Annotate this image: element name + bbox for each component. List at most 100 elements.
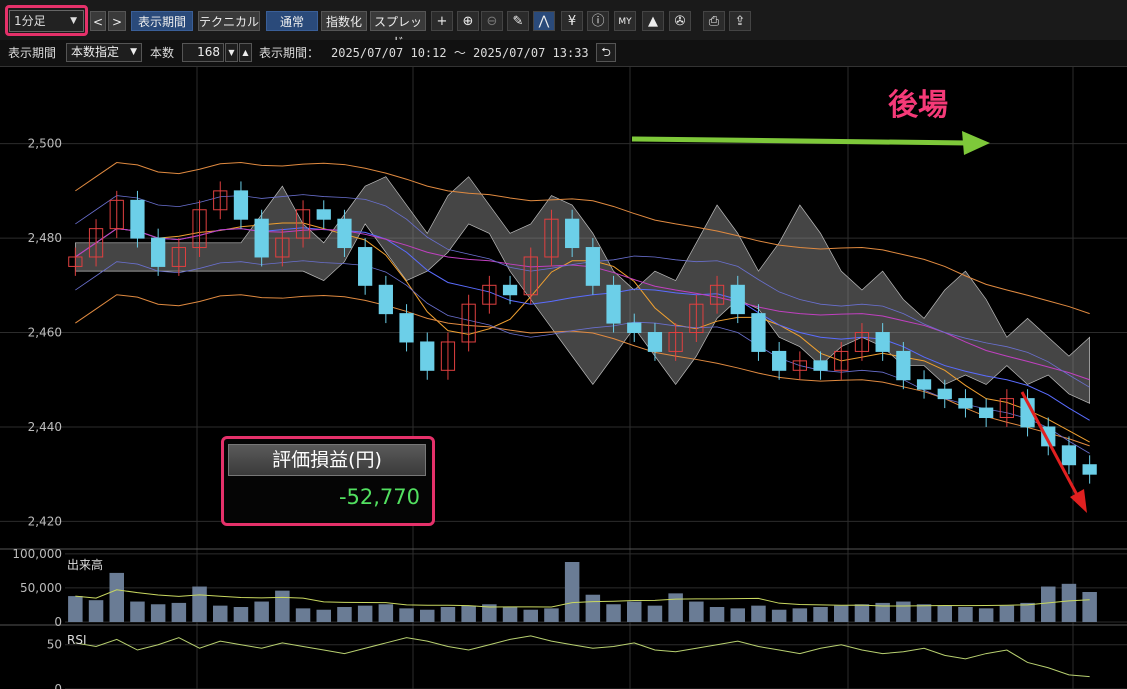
- candle-body: [1061, 445, 1077, 466]
- candle-body: [254, 218, 269, 258]
- candle-body: [979, 407, 994, 419]
- volume-tick-label: 0: [54, 615, 62, 629]
- volume-ma-line: [75, 589, 1090, 608]
- volume-tick-label: 100,000: [12, 547, 62, 561]
- rsi-tick-label: 0: [54, 682, 62, 689]
- count-up-button[interactable]: ▲: [239, 43, 252, 62]
- index-button[interactable]: 指数化: [321, 11, 367, 31]
- price-tick-label: 2,500: [28, 137, 62, 151]
- timeframe-highlight: [5, 5, 88, 36]
- cloud-area: [74, 176, 1091, 404]
- volume-bar: [978, 608, 994, 622]
- volume-bar: [150, 604, 166, 622]
- volume-bar: [730, 608, 745, 622]
- toolbar: 1分足 ▼ < > 表示期間 テクニカル 通常 指数化 スプレッド + ⊕ ⊖ …: [0, 0, 1127, 49]
- chart-pattern-icon[interactable]: ⋀: [533, 11, 555, 31]
- yen-icon[interactable]: ¥: [561, 11, 583, 31]
- candle-body: [772, 350, 787, 371]
- volume-bar: [916, 604, 932, 622]
- normal-button[interactable]: 通常: [266, 11, 318, 31]
- volume-panel: 100,000 50,000 0: [12, 547, 1127, 629]
- volume-bar: [1020, 602, 1035, 622]
- price-tick-label: 2,460: [28, 326, 62, 340]
- reset-icon[interactable]: ⮌: [596, 43, 616, 62]
- period-mode-select[interactable]: 本数指定 ▼: [66, 43, 142, 62]
- volume-bar: [523, 609, 538, 622]
- volume-bar: [564, 562, 580, 622]
- candle-body: [420, 341, 435, 371]
- period-bar-label: 表示期間: [8, 46, 57, 60]
- volume-bar: [647, 605, 663, 622]
- area-chart-icon[interactable]: ▲: [642, 11, 664, 31]
- candle-body: [751, 313, 766, 352]
- next-button[interactable]: >: [108, 11, 126, 31]
- my-indicator-icon[interactable]: MY: [614, 11, 636, 31]
- green-arrow-head: [962, 131, 990, 155]
- candle-body: [937, 388, 952, 400]
- spread-button[interactable]: スプレッド: [370, 11, 426, 49]
- info-icon[interactable]: ⓘ: [587, 11, 609, 31]
- zoom-out-icon[interactable]: ⊖: [481, 11, 503, 31]
- volume-bar: [1061, 583, 1077, 622]
- candle-body: [896, 350, 911, 381]
- volume-bar: [771, 609, 787, 622]
- volume-bar: [233, 607, 249, 622]
- print-icon[interactable]: ⎙: [703, 11, 725, 31]
- volume-bar: [399, 608, 414, 622]
- volume-title: 出来高: [67, 557, 103, 572]
- range-value: 2025/07/07 10:12 〜 2025/07/07 13:33: [331, 46, 589, 60]
- volume-bar: [896, 601, 911, 622]
- technical-button[interactable]: テクニカル: [198, 11, 260, 31]
- volume-bar: [751, 605, 766, 622]
- zoom-in-icon[interactable]: ⊕: [457, 11, 479, 31]
- export-icon[interactable]: ⇪: [729, 11, 751, 31]
- crosshair-icon[interactable]: +: [431, 11, 453, 31]
- wrench-icon[interactable]: ✇: [669, 11, 691, 31]
- volume-bar: [937, 605, 952, 622]
- candle-body: [730, 284, 745, 315]
- volume-bar: [854, 604, 870, 622]
- volume-bar: [378, 604, 394, 622]
- volume-bar: [627, 601, 642, 622]
- pencil-icon[interactable]: ✎: [507, 11, 529, 31]
- rsi-line: [75, 635, 1090, 678]
- rsi-tick-label: 50: [47, 638, 62, 652]
- candle-body: [916, 379, 932, 390]
- candle-body: [337, 218, 352, 249]
- candle-body: [502, 284, 518, 296]
- candle-body: [647, 332, 663, 352]
- volume-bar: [1082, 592, 1097, 622]
- y-ticks: 2,500 2,480 2,460 2,440 2,420: [28, 137, 62, 529]
- candle-body: [1082, 464, 1097, 475]
- volume-bar: [544, 608, 559, 622]
- price-tick-label: 2,480: [28, 231, 62, 245]
- volume-bar: [502, 607, 518, 622]
- count-input[interactable]: 168: [182, 43, 224, 62]
- volume-bar: [958, 607, 973, 622]
- candle-body: [316, 209, 331, 220]
- candle-body: [130, 199, 145, 239]
- volume-bar: [709, 607, 725, 622]
- volume-bar: [792, 608, 808, 622]
- volume-bar: [420, 609, 435, 622]
- volume-bar: [275, 590, 290, 622]
- volume-bar: [68, 596, 83, 622]
- candle-body: [585, 247, 600, 286]
- rsi-title: RSI: [67, 633, 87, 647]
- volume-bar: [130, 601, 145, 622]
- volume-bar: [668, 593, 683, 622]
- prev-button[interactable]: <: [90, 11, 106, 31]
- volume-bar: [813, 607, 828, 622]
- rsi-panel: 50 0: [47, 635, 1127, 689]
- count-down-button[interactable]: ▼: [225, 43, 238, 62]
- candle-body: [565, 218, 580, 249]
- volume-bar: [689, 601, 704, 622]
- volume-bar: [192, 586, 207, 622]
- volume-bar: [461, 605, 476, 622]
- candle-body: [233, 190, 249, 220]
- pnl-value: -52,770: [338, 485, 420, 509]
- period-button[interactable]: 表示期間: [131, 11, 193, 31]
- volume-bar: [834, 605, 849, 622]
- volume-bar: [606, 604, 621, 622]
- volume-bar: [337, 607, 352, 622]
